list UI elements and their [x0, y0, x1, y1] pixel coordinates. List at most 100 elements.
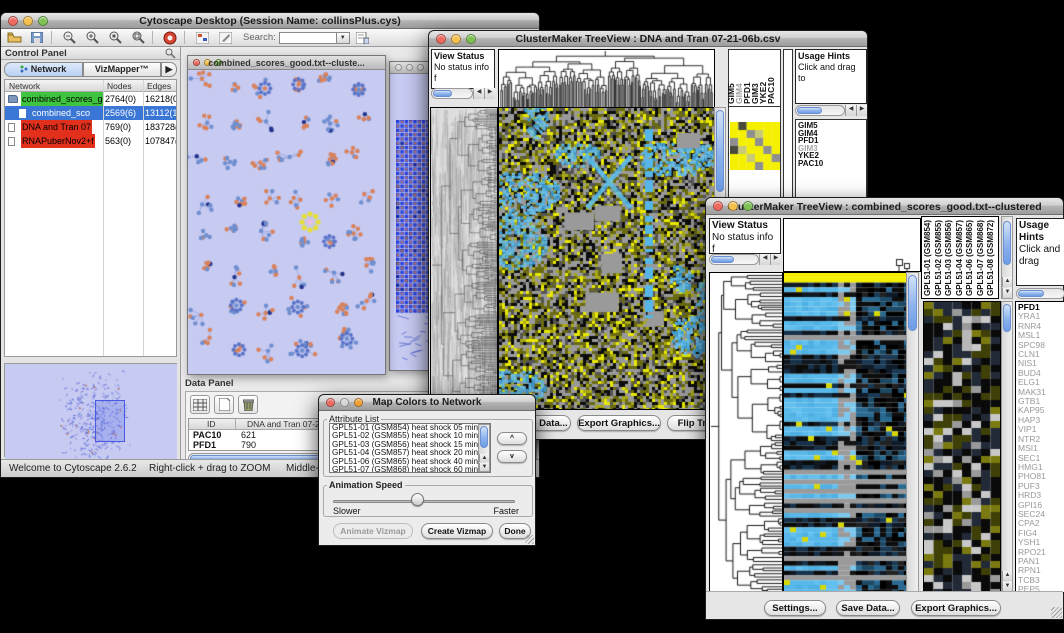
- tv2-usage-hints: Usage HintsClick and drag: [1016, 218, 1064, 286]
- help-lifering-icon[interactable]: [160, 30, 180, 45]
- scroll-down-arrow[interactable]: ▼: [1002, 288, 1012, 298]
- tv2-labels-vscrollbar[interactable]: ▲ ▼: [1001, 216, 1013, 299]
- network-view-canvas[interactable]: [188, 70, 385, 374]
- vizmapper-icon-button[interactable]: [192, 30, 212, 45]
- tv2-heatmap[interactable]: [783, 272, 907, 595]
- zoom-in-button[interactable]: [82, 30, 102, 45]
- resize-grip[interactable]: [1051, 607, 1062, 618]
- tv1-column-dendrogram[interactable]: [498, 49, 715, 108]
- minimize-button[interactable]: [406, 64, 413, 71]
- zoom-button[interactable]: [743, 201, 753, 211]
- save-button[interactable]: [27, 30, 47, 45]
- attribute-table-icon[interactable]: [190, 395, 210, 414]
- attribute-listbox[interactable]: GPL51-01 (GSM854) heat shock 05 minGPL51…: [329, 423, 491, 473]
- tv1-usage-scrollbar[interactable]: ◀ ▶: [795, 105, 867, 116]
- tv2-status-scrollbar[interactable]: ◀ ▶: [709, 254, 781, 265]
- tab-overflow-button[interactable]: ▶: [161, 62, 177, 77]
- delete-trash-icon[interactable]: [238, 395, 258, 414]
- move-up-button[interactable]: ^: [497, 432, 527, 445]
- open-file-button[interactable]: [4, 30, 24, 45]
- zoom-out-button[interactable]: [59, 30, 79, 45]
- scroll-left-arrow[interactable]: ◀: [759, 254, 770, 265]
- minimize-button[interactable]: [340, 398, 349, 407]
- network-table-row[interactable]: RNAPuberNov2+f563(0)107847(0): [5, 134, 176, 148]
- close-button[interactable]: [436, 34, 446, 44]
- close-button[interactable]: [8, 16, 18, 26]
- tv1-heatmap[interactable]: [498, 107, 715, 410]
- network-table-row[interactable]: DNA and Tran 07769(0)183728(0): [5, 120, 176, 134]
- create-vizmap-button[interactable]: Create Vizmap: [421, 523, 493, 539]
- save-data-button[interactable]: Save Data...: [836, 600, 900, 616]
- scroll-down-arrow[interactable]: ▼: [479, 463, 489, 471]
- dense-network-view-canvas[interactable]: [396, 120, 430, 370]
- scroll-right-arrow[interactable]: ▶: [856, 105, 867, 116]
- tv2-genes-vscrollbar[interactable]: ▲ ▼: [1001, 301, 1013, 593]
- new-attribute-icon[interactable]: [214, 395, 234, 414]
- network-overview-canvas[interactable]: [5, 364, 177, 472]
- tv2-row-dendrogram[interactable]: [709, 272, 783, 595]
- zoom-button[interactable]: [466, 34, 476, 44]
- tv2-column-dendrogram[interactable]: [783, 218, 921, 272]
- desktop: Cytoscape Desktop (Session Name: collins…: [0, 0, 1064, 633]
- attribute-browser-icon-button[interactable]: [353, 30, 373, 45]
- tv1-row-dendrogram[interactable]: [430, 107, 498, 410]
- search-input[interactable]: [279, 32, 337, 44]
- frame1-titlebar[interactable]: combined_scores_good.txt--cluste...: [188, 56, 385, 70]
- attribute-list-vscrollbar[interactable]: ▲ ▼: [478, 424, 490, 472]
- move-down-button[interactable]: v: [497, 450, 527, 463]
- scroll-up-arrow[interactable]: ▲: [479, 454, 489, 462]
- network-name: combined_sco: [31, 106, 91, 120]
- scroll-right-arrow[interactable]: ▶: [770, 254, 781, 265]
- slider-thumb[interactable]: [411, 493, 424, 506]
- panel-zoom-icon[interactable]: [165, 48, 176, 59]
- tab-network[interactable]: Network: [4, 62, 83, 77]
- minimize-button[interactable]: [23, 16, 33, 26]
- tv1-status-scrollbar[interactable]: ◀ ▶: [431, 88, 495, 99]
- tv1-row-label[interactable]: PAC10: [798, 160, 866, 168]
- tv1-titlebar[interactable]: ClusterMaker TreeView : DNA and Tran 07-…: [429, 31, 867, 47]
- data-panel-title: Data Panel: [185, 378, 234, 389]
- tv1-selected-cluster-heatmap[interactable]: [730, 122, 780, 170]
- network-table-row[interactable]: combined_scores_g2764(0)16218(0): [5, 92, 176, 106]
- tv2-column-label: GPL51-06 (GSM865): [965, 220, 974, 296]
- tv1-usage-hints: Usage HintsClick and drag to: [795, 49, 867, 104]
- network-frame-combined-scores[interactable]: combined_scores_good.txt--cluste...: [187, 55, 386, 375]
- close-button[interactable]: [713, 201, 723, 211]
- annotation-icon-button[interactable]: [215, 30, 235, 45]
- network-overview-panel[interactable]: [4, 363, 177, 457]
- zoom-button[interactable]: [38, 16, 48, 26]
- search-dropdown-button[interactable]: ▼: [337, 32, 350, 44]
- minimize-button[interactable]: [728, 201, 738, 211]
- minimize-button[interactable]: [451, 34, 461, 44]
- scroll-right-arrow[interactable]: ▶: [484, 88, 495, 99]
- scroll-up-arrow[interactable]: ▲: [1002, 571, 1012, 581]
- tv2-selected-cluster-heatmap[interactable]: [923, 301, 1001, 595]
- tv2-heatmap-vscrollbar[interactable]: [906, 272, 919, 593]
- network-table-row[interactable]: combined_sco2569(6)13112(15): [5, 106, 176, 120]
- close-button[interactable]: [326, 398, 335, 407]
- zoom-button[interactable]: [354, 398, 363, 407]
- attribute-list-item[interactable]: GPL51-07 (GSM868) heat shock 60 min: [330, 466, 490, 473]
- scroll-up-arrow[interactable]: ▲: [1002, 277, 1012, 287]
- zoom-selected-button[interactable]: [105, 30, 125, 45]
- overview-viewport-rect[interactable]: [95, 400, 125, 442]
- export-graphics-button[interactable]: Export Graphics...: [911, 600, 1001, 616]
- control-panel: Control Panel Network VizMapper™ ▶ Netwo…: [1, 47, 181, 459]
- zoom-button[interactable]: [417, 64, 424, 71]
- animation-speed-slider[interactable]: [333, 500, 515, 503]
- resize-grip[interactable]: [525, 535, 534, 544]
- tab-vizmapper[interactable]: VizMapper™: [83, 62, 162, 77]
- main-titlebar[interactable]: Cytoscape Desktop (Session Name: collins…: [1, 13, 539, 29]
- settings-button[interactable]: Settings...: [764, 600, 826, 616]
- close-button[interactable]: [395, 64, 402, 71]
- scroll-left-arrow[interactable]: ◀: [845, 105, 856, 116]
- dialog-titlebar[interactable]: Map Colors to Network: [319, 395, 535, 411]
- zoom-fit-button[interactable]: [128, 30, 148, 45]
- status-welcome: Welcome to Cytoscape 2.6.2: [9, 463, 137, 474]
- export-graphics-button[interactable]: Export Graphics...: [577, 415, 661, 431]
- scroll-left-arrow[interactable]: ◀: [473, 88, 484, 99]
- tv2-titlebar[interactable]: ClusterMaker TreeView : combined_scores_…: [706, 198, 1063, 215]
- tv2-usage-scrollbar[interactable]: [1016, 288, 1064, 299]
- tv2-column-label: GPL51-03 (GSM856): [944, 220, 953, 296]
- animate-vizmap-button[interactable]: Animate Vizmap: [333, 523, 413, 539]
